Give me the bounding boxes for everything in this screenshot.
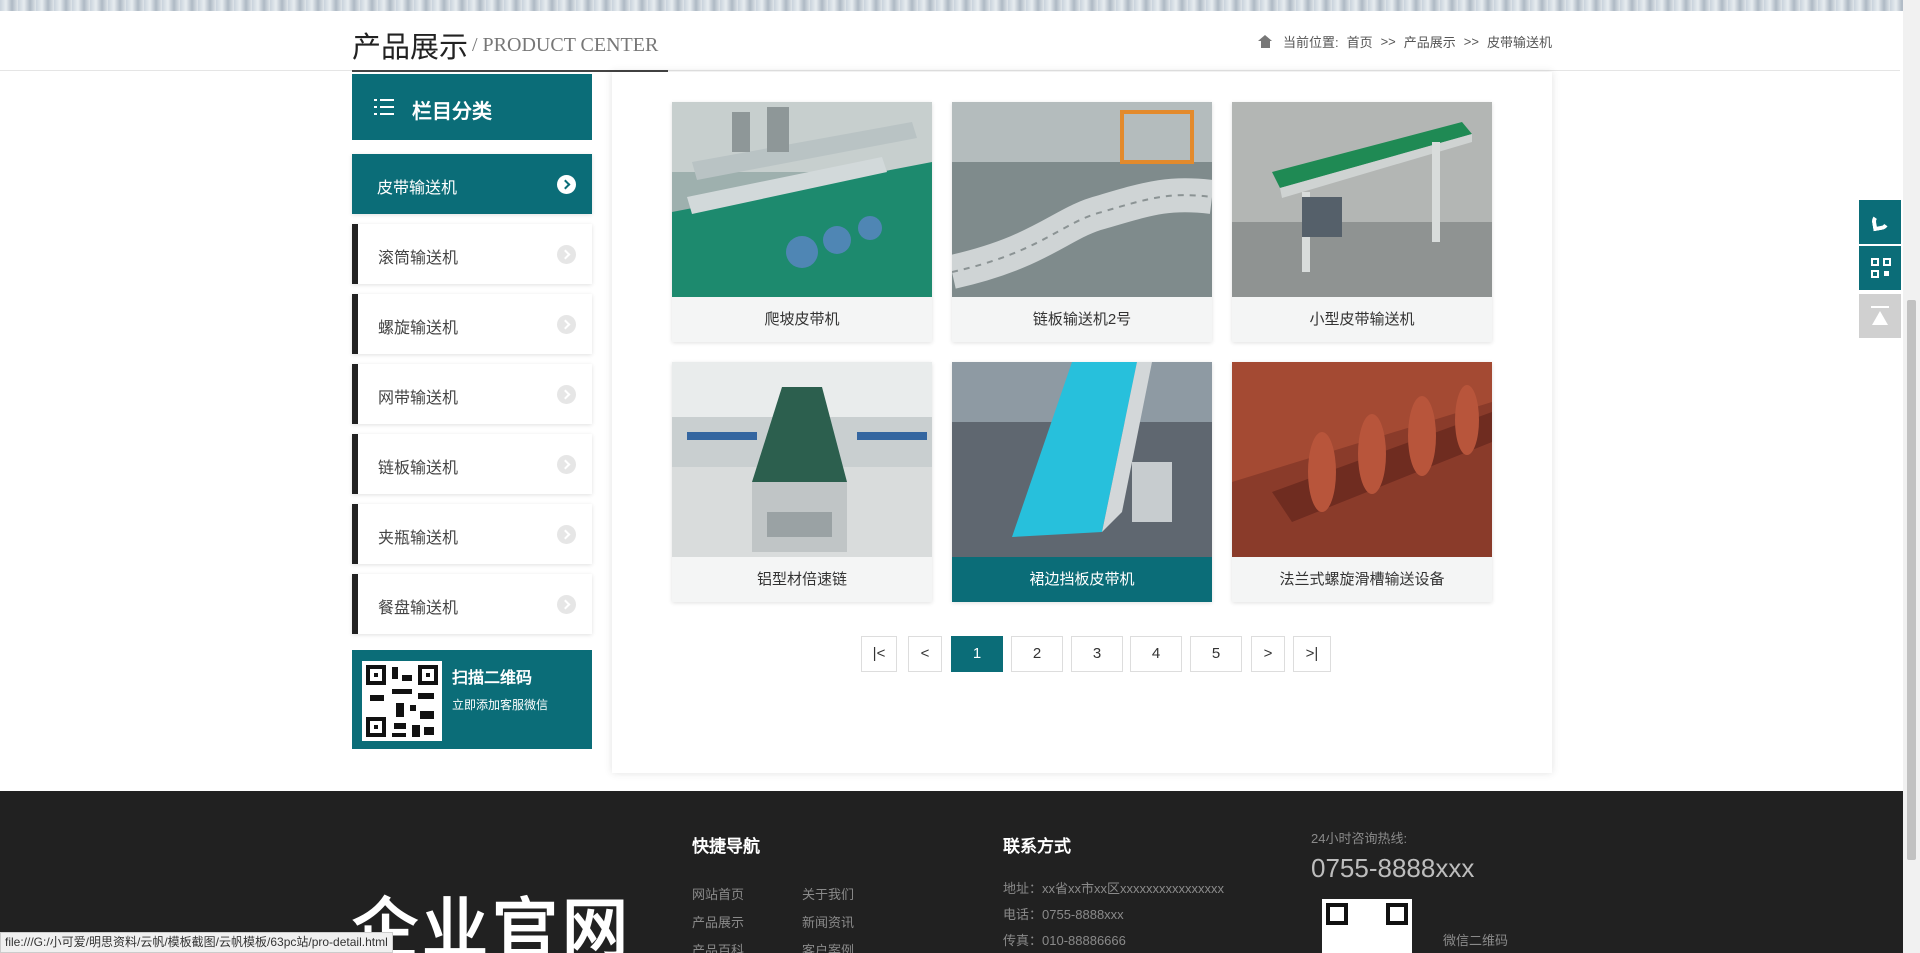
- footer-fax: 传真：010-88886666: [1003, 933, 1126, 948]
- footer-hotline-label: 24小时咨询热线:: [1311, 831, 1408, 846]
- page-button-5[interactable]: 5: [1190, 636, 1242, 672]
- footer-link-home[interactable]: 网站首页: [692, 884, 744, 903]
- chevron-right-icon: [557, 315, 576, 334]
- footer-hotline: 0755-8888xxx: [1311, 853, 1475, 883]
- page-title-english: / PRODUCT CENTER: [472, 34, 659, 56]
- product-name: 爬坡皮带机: [764, 311, 840, 328]
- footer-link-encyclopedia[interactable]: 产品百科: [692, 940, 744, 953]
- float-phone-button[interactable]: [1859, 200, 1901, 244]
- sidebar-item-label: 网带输送机: [378, 390, 459, 407]
- back-to-top-icon: [1871, 306, 1889, 326]
- chevron-right-icon: [557, 525, 576, 544]
- float-qr-button[interactable]: [1859, 246, 1901, 290]
- sidebar-item-roller-conveyor[interactable]: 滚筒输送机: [352, 224, 592, 284]
- next-page-button[interactable]: >: [1251, 636, 1285, 672]
- page-button-1[interactable]: 1: [951, 636, 1003, 672]
- product-name: 铝型材倍速链: [756, 571, 847, 588]
- footer-link-cases[interactable]: 客户案例: [802, 940, 854, 953]
- qr-title: 扫描二维码: [452, 670, 533, 687]
- product-card[interactable]: 小型皮带输送机: [1232, 102, 1492, 342]
- page-button-2[interactable]: 2: [1011, 636, 1063, 672]
- breadcrumb-separator: >>: [1463, 34, 1479, 49]
- first-page-button[interactable]: |<: [861, 636, 897, 672]
- footer: 企业官网 快捷导航 网站首页 关于我们 产品展示 新闻资讯 产品百科 客户案例 …: [0, 791, 1903, 953]
- product-image: [672, 362, 932, 557]
- breadcrumb-current-link[interactable]: 皮带输送机: [1487, 32, 1552, 51]
- footer-contact-heading: 联系方式: [1003, 837, 1071, 856]
- prev-page-button[interactable]: <: [908, 636, 942, 672]
- sidebar-qr-panel: 扫描二维码 立即添加客服微信: [352, 650, 592, 749]
- list-icon: [374, 99, 394, 116]
- sidebar-item-label: 餐盘输送机: [378, 600, 459, 617]
- sidebar-item-label: 滚筒输送机: [378, 250, 459, 267]
- sidebar-item-belt-conveyor[interactable]: 皮带输送机: [352, 154, 592, 214]
- chevron-right-icon: [557, 245, 576, 264]
- breadcrumb-label: 当前位置:: [1282, 35, 1339, 50]
- chevron-right-icon: [557, 455, 576, 474]
- product-image: [1232, 102, 1492, 297]
- sidebar-item-label: 螺旋输送机: [378, 320, 459, 337]
- product-card[interactable]: 爬坡皮带机: [672, 102, 932, 342]
- scrollbar-thumb[interactable]: [1907, 300, 1916, 860]
- sidebar-heading: 栏目分类: [352, 74, 592, 140]
- footer-qr-code-icon: [1322, 899, 1412, 953]
- footer-wechat-label: 微信二维码: [1443, 933, 1509, 948]
- breadcrumb-home-link[interactable]: 首页: [1347, 32, 1373, 51]
- sidebar-item-label: 链板输送机: [378, 460, 459, 477]
- chevron-right-icon: [557, 385, 576, 404]
- sidebar-heading-text: 栏目分类: [412, 101, 492, 123]
- product-name: 链板输送机2号: [1032, 311, 1132, 328]
- product-card[interactable]: 法兰式螺旋滑槽输送设备: [1232, 362, 1492, 602]
- page-scrollbar[interactable]: [1903, 0, 1920, 953]
- breadcrumb-section-link[interactable]: 产品展示: [1404, 32, 1456, 51]
- footer-link-news[interactable]: 新闻资讯: [802, 912, 854, 931]
- status-bar-url: file:///G:/小可爱/明思资料/云帆/模板截图/云帆模板/63pc站/p…: [0, 932, 393, 953]
- page-button-4[interactable]: 4: [1130, 636, 1182, 672]
- product-image: [952, 362, 1212, 557]
- chevron-right-icon: [557, 595, 576, 614]
- product-card[interactable]: 链板输送机2号: [952, 102, 1212, 342]
- sidebar-item-bottle-clamp-conveyor[interactable]: 夹瓶输送机: [352, 504, 592, 564]
- sidebar-item-chain-plate-conveyor[interactable]: 链板输送机: [352, 434, 592, 494]
- phone-icon: [1870, 211, 1891, 232]
- qr-subtitle: 立即添加客服微信: [452, 698, 549, 712]
- product-card[interactable]: 铝型材倍速链: [672, 362, 932, 602]
- product-image: [1232, 362, 1492, 557]
- page-title: 产品展示: [352, 30, 469, 64]
- footer-phone: 电话：0755-8888xxx: [1003, 907, 1124, 922]
- footer-address: 地址：xx省xx市xx区xxxxxxxxxxxxxxxx: [1003, 881, 1225, 896]
- product-name: 法兰式螺旋滑槽输送设备: [1279, 571, 1445, 588]
- footer-link-products[interactable]: 产品展示: [692, 912, 744, 931]
- sidebar-item-label: 皮带输送机: [377, 180, 458, 197]
- qr-code-icon: [1871, 258, 1891, 278]
- page-button-3[interactable]: 3: [1071, 636, 1123, 672]
- page-header: [0, 11, 1900, 71]
- back-to-top-button[interactable]: [1859, 294, 1901, 338]
- product-image: [672, 102, 932, 297]
- sidebar-item-tray-conveyor[interactable]: 餐盘输送机: [352, 574, 592, 634]
- product-image: [952, 102, 1212, 297]
- home-icon: [1257, 35, 1273, 48]
- sidebar-item-label: 夹瓶输送机: [378, 530, 459, 547]
- footer-logo: 企业官网: [352, 891, 632, 953]
- qr-code-icon: [362, 661, 442, 741]
- footer-link-about[interactable]: 关于我们: [802, 884, 854, 903]
- footer-nav-heading: 快捷导航: [692, 837, 760, 856]
- sidebar-item-screw-conveyor[interactable]: 螺旋输送机: [352, 294, 592, 354]
- sidebar-item-mesh-belt-conveyor[interactable]: 网带输送机: [352, 364, 592, 424]
- top-banner-strip: [0, 0, 1920, 11]
- product-name: 裙边挡板皮带机: [952, 557, 1212, 602]
- product-name: 小型皮带输送机: [1309, 311, 1415, 328]
- chevron-right-icon: [557, 175, 576, 194]
- last-page-button[interactable]: >|: [1293, 636, 1331, 672]
- breadcrumb: 当前位置: 首页 >> 产品展示 >> 皮带输送机: [1257, 32, 1552, 51]
- product-card[interactable]: 裙边挡板皮带机: [952, 362, 1212, 602]
- breadcrumb-separator: >>: [1380, 34, 1396, 49]
